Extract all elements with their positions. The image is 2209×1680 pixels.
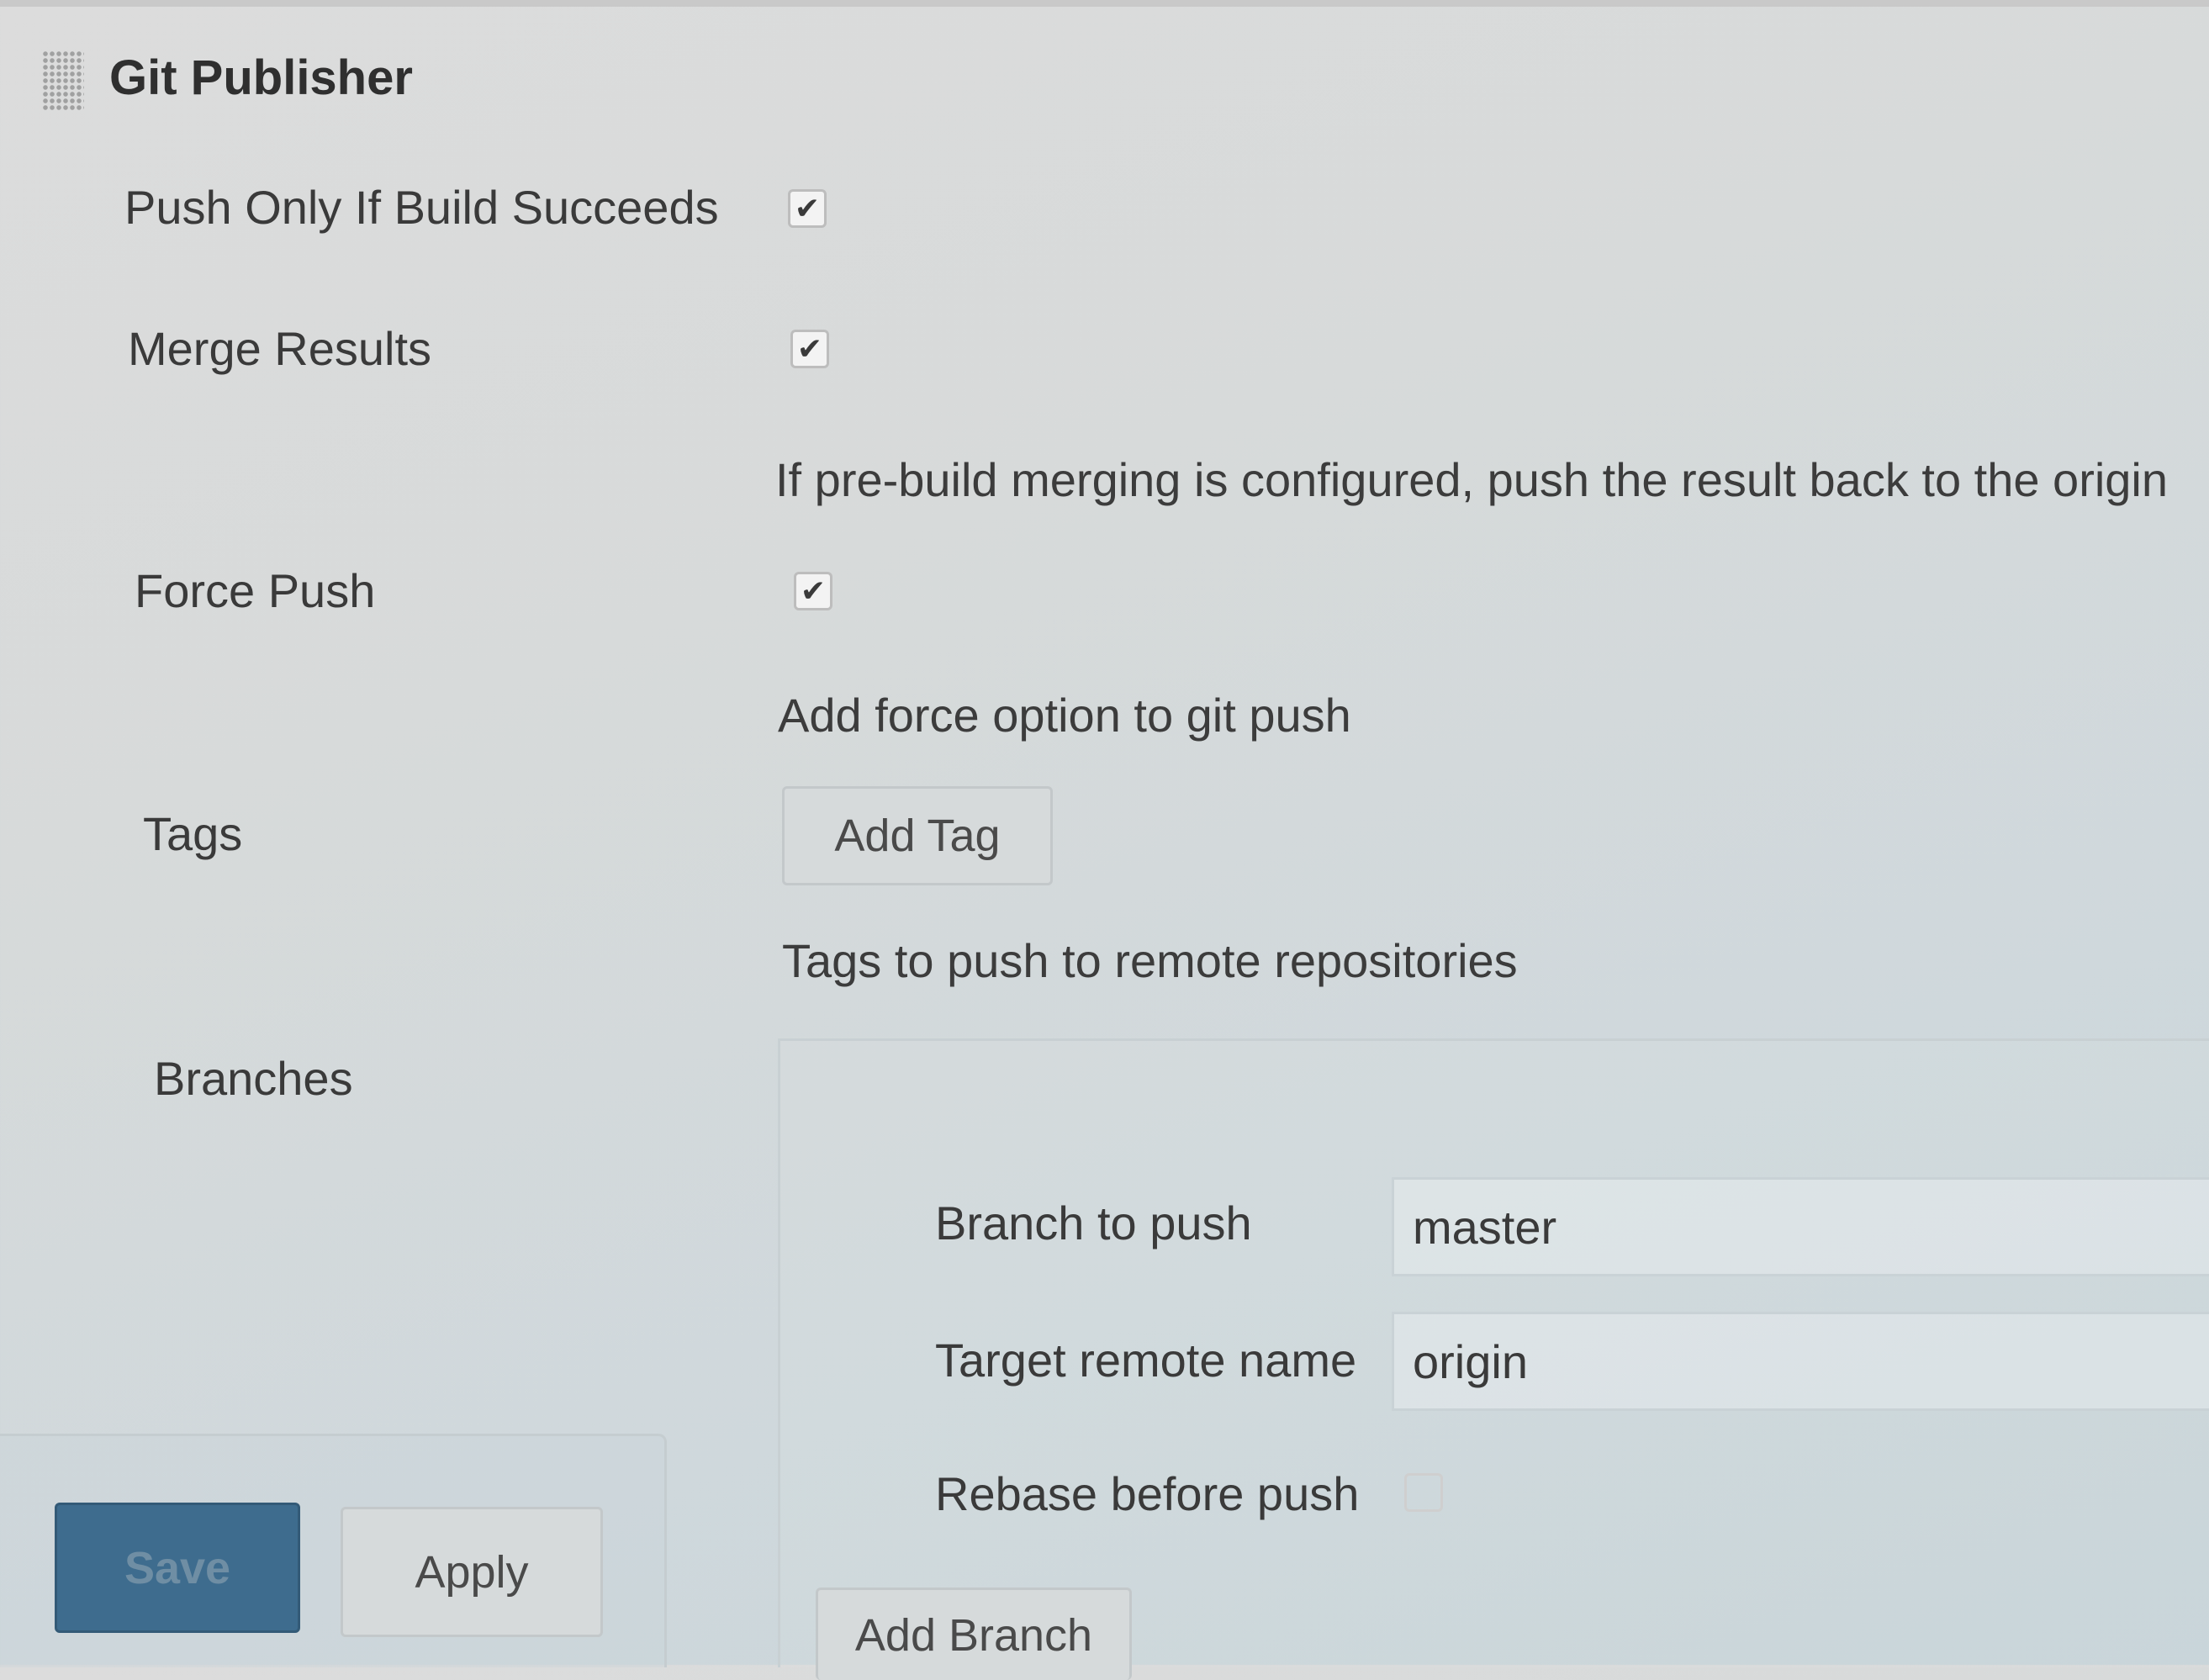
tags-label: Tags bbox=[143, 807, 243, 860]
check-icon: ✔ bbox=[794, 191, 821, 226]
add-tag-button[interactable]: Add Tag bbox=[782, 786, 1053, 885]
force-push-label: Force Push bbox=[135, 564, 376, 617]
force-push-description: Add force option to git push bbox=[778, 689, 1351, 742]
tags-description: Tags to push to remote repositories bbox=[782, 934, 1518, 987]
rebase-before-push-checkbox[interactable] bbox=[1404, 1473, 1443, 1512]
branch-to-push-label: Branch to push bbox=[935, 1197, 1252, 1249]
drag-handle-icon[interactable] bbox=[42, 50, 84, 111]
rebase-before-push-label: Rebase before push bbox=[935, 1467, 1360, 1520]
add-branch-button[interactable]: Add Branch bbox=[816, 1588, 1132, 1680]
branch-to-push-input[interactable]: master bbox=[1392, 1177, 2209, 1276]
push-only-if-build-succeeds-checkbox[interactable]: ✔ bbox=[788, 189, 827, 228]
merge-results-label: Merge Results bbox=[128, 322, 432, 375]
check-icon: ✔ bbox=[796, 331, 823, 367]
branches-label: Branches bbox=[154, 1052, 353, 1105]
apply-button[interactable]: Apply bbox=[341, 1507, 603, 1637]
section-title: Git Publisher bbox=[109, 50, 413, 105]
save-button[interactable]: Save bbox=[55, 1503, 300, 1633]
top-border bbox=[0, 0, 2209, 7]
merge-results-description: If pre-build merging is configured, push… bbox=[775, 453, 2169, 506]
push-only-if-build-succeeds-label: Push Only If Build Succeeds bbox=[124, 181, 719, 234]
merge-results-checkbox[interactable]: ✔ bbox=[790, 330, 829, 368]
target-remote-name-label: Target remote name bbox=[935, 1334, 1357, 1387]
target-remote-name-input[interactable]: origin bbox=[1392, 1312, 2209, 1411]
force-push-checkbox[interactable]: ✔ bbox=[794, 572, 832, 610]
check-icon: ✔ bbox=[800, 573, 827, 609]
